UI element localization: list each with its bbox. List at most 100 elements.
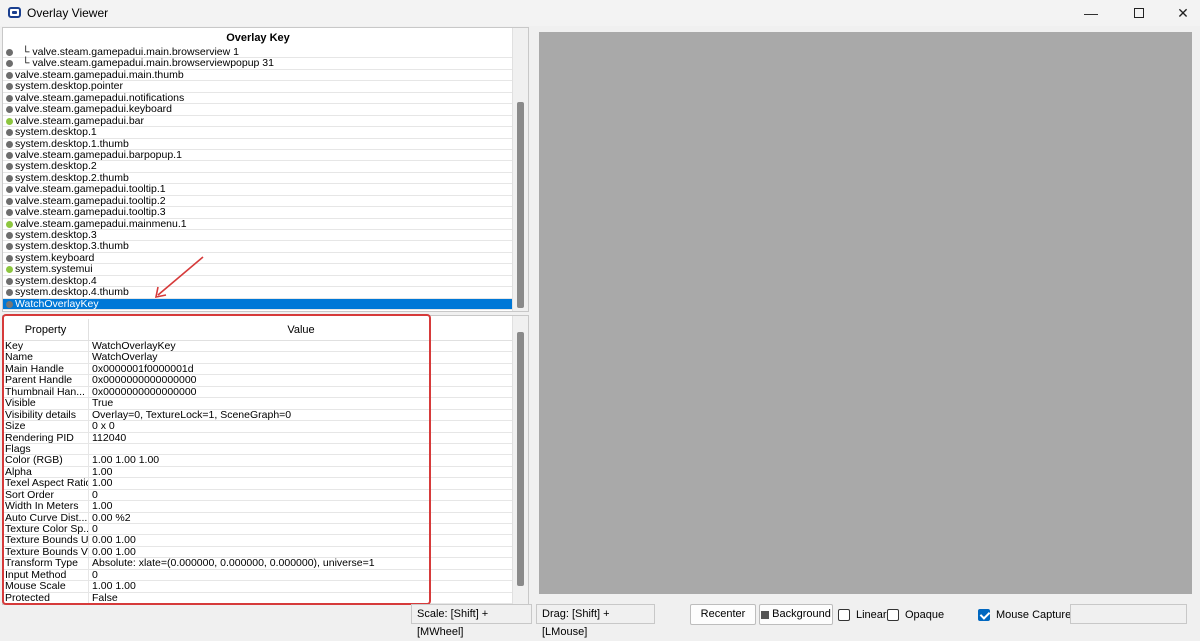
overlay-key-label: system.desktop.1.thumb: [15, 137, 129, 150]
property-column-header[interactable]: Property: [3, 319, 89, 340]
property-list: Key WatchOverlayKey Name WatchOverlay Main H…: [3, 341, 514, 604]
property-value: 0x0000000000000000: [92, 375, 197, 386]
minimize-button[interactable]: —: [1068, 0, 1114, 26]
overlay-key-label: system.desktop.3.thumb: [15, 240, 129, 253]
property-value: 1.00: [92, 478, 113, 489]
overlay-key-label: valve.steam.gamepadui.notifications: [15, 91, 185, 104]
status-field: [1070, 604, 1187, 624]
property-row[interactable]: Visible True: [3, 398, 514, 410]
property-scrollbar-thumb[interactable]: [517, 332, 524, 586]
overlay-preview-canvas[interactable]: [539, 32, 1192, 594]
property-value: True: [92, 398, 114, 409]
property-row[interactable]: Texel Aspect Ratio 1.00: [3, 478, 514, 490]
overlay-key-label: system.desktop.1: [15, 126, 97, 139]
property-key: Key: [3, 341, 89, 352]
property-key: Texture Color Sp...: [5, 524, 89, 535]
property-key: Texture Bounds U: [5, 535, 89, 546]
property-value: 0: [92, 569, 98, 581]
property-row[interactable]: Rendering PID 112040: [3, 432, 514, 444]
property-row[interactable]: Alpha 1.00: [3, 466, 514, 479]
property-key: Visibility details: [3, 409, 89, 421]
value-column-header[interactable]: Value: [89, 319, 513, 340]
property-key: Thumbnail Han...: [3, 386, 89, 398]
status-dot-icon: [6, 197, 13, 205]
property-value: Absolute: xlate=(0.000000, 0.000000, 0.0…: [92, 558, 375, 569]
close-button[interactable]: ✕: [1160, 0, 1200, 26]
property-grid-header: Property Value: [3, 319, 513, 341]
linear-checkbox[interactable]: Linear: [838, 607, 887, 623]
annotation-arrow-icon: [154, 256, 204, 299]
status-dot-icon: [6, 129, 13, 137]
property-scrollbar[interactable]: [512, 316, 528, 604]
status-dot-icon: [6, 277, 13, 285]
maximize-button[interactable]: [1116, 0, 1162, 26]
property-key: Sort Order: [3, 489, 89, 501]
property-row[interactable]: Key WatchOverlayKey: [3, 341, 514, 353]
property-value: 0.00 1.00: [92, 535, 136, 546]
property-row[interactable]: Transform Type Absolute: xlate=(0.000000,…: [3, 558, 514, 570]
property-key: Size: [3, 421, 89, 432]
property-row[interactable]: Mouse Scale 1.00 1.00: [3, 581, 514, 593]
overlay-key-label: valve.steam.gamepadui.main.thumb: [15, 68, 184, 81]
property-row[interactable]: Auto Curve Dist... 0.00 %2: [3, 512, 514, 524]
property-key: Texture Bounds V: [5, 546, 89, 558]
status-dot-icon: [6, 289, 13, 297]
property-value: 1.00 1.00 1.00: [92, 455, 160, 466]
overlay-key-label: system.systemui: [15, 263, 93, 276]
property-row[interactable]: Visibility details Overlay=0, TextureLock…: [3, 409, 514, 422]
property-row[interactable]: Size 0 x 0: [3, 421, 514, 433]
tree-scrollbar[interactable]: [512, 28, 528, 311]
overlay-viewer-window: Overlay Viewer — ✕ Overlay Key └ valve.s…: [0, 0, 1200, 638]
property-row[interactable]: Thumbnail Han... 0x0000000000000000: [3, 386, 514, 399]
overlay-key-label: valve.steam.gamepadui.tooltip.1: [15, 183, 166, 196]
property-row[interactable]: Texture Color Sp... 0: [3, 524, 514, 536]
property-row[interactable]: Name WatchOverlay: [3, 352, 514, 364]
property-value: 112040: [92, 432, 127, 443]
property-row[interactable]: Sort Order 0: [3, 489, 514, 502]
property-row[interactable]: Flags: [3, 443, 514, 456]
tree-scrollbar-thumb[interactable]: [517, 102, 524, 308]
property-row[interactable]: Width In Meters 1.00: [3, 501, 514, 513]
overlay-key-label: valve.steam.gamepadui.mainmenu.1: [15, 217, 187, 230]
close-icon: ✕: [1177, 4, 1189, 21]
status-dot-icon: [6, 106, 13, 114]
overlay-key-label: valve.steam.gamepadui.barpopup.1: [15, 148, 182, 161]
recenter-button[interactable]: Recenter: [690, 604, 756, 625]
property-row[interactable]: Main Handle 0x0000001f0000001d: [3, 363, 514, 376]
status-dot-icon: [6, 163, 13, 171]
background-label: Background: [772, 608, 831, 620]
mouse-capture-checkbox[interactable]: Mouse Capture: [978, 607, 1071, 623]
opaque-checkbox-box[interactable]: [887, 609, 899, 621]
overlay-key-label: system.desktop.pointer: [15, 80, 123, 93]
status-dot-icon: [6, 209, 13, 217]
property-row[interactable]: Texture Bounds V 0.00 1.00: [3, 546, 514, 559]
property-row[interactable]: Color (RGB) 1.00 1.00 1.00: [3, 455, 514, 467]
background-button[interactable]: Background: [759, 604, 833, 625]
status-dot-icon: [6, 49, 13, 56]
overlay-key-label: valve.steam.gamepadui.tooltip.2: [15, 194, 166, 207]
property-value: 0: [92, 489, 98, 501]
overlay-key-label: system.desktop.4: [15, 274, 97, 287]
property-value: 0: [92, 524, 98, 535]
property-key: Alpha: [3, 466, 89, 478]
property-row[interactable]: Texture Bounds U 0.00 1.00: [3, 535, 514, 547]
title-bar: Overlay Viewer — ✕: [0, 0, 1200, 26]
overlay-key-label: valve.steam.gamepadui.keyboard: [15, 103, 173, 116]
property-row[interactable]: Input Method 0: [3, 569, 514, 582]
property-key: Flags: [3, 443, 89, 455]
property-row[interactable]: Parent Handle 0x0000000000000000: [3, 375, 514, 387]
property-key: Texel Aspect Ratio: [5, 478, 89, 489]
linear-label: Linear: [856, 609, 887, 621]
overlay-key-label: system.desktop.3: [15, 229, 97, 241]
linear-checkbox-box[interactable]: [838, 609, 850, 621]
mouse-capture-checkbox-box[interactable]: [978, 609, 990, 621]
status-dot-icon: [6, 243, 13, 251]
property-key: Color (RGB): [3, 455, 89, 466]
status-dot-icon: [6, 254, 13, 262]
overlay-key-tree[interactable]: Overlay Key └ valve.steam.gamepadui.main…: [2, 27, 529, 312]
drag-hint: Drag: [Shift] + [LMouse]: [536, 604, 655, 638]
opaque-checkbox[interactable]: Opaque: [887, 607, 944, 623]
scale-hint: Scale: [Shift] + [MWheel]: [411, 604, 532, 638]
overlay-key-item[interactable]: WatchOverlayKey: [3, 298, 514, 311]
property-key: Auto Curve Dist...: [5, 512, 89, 523]
